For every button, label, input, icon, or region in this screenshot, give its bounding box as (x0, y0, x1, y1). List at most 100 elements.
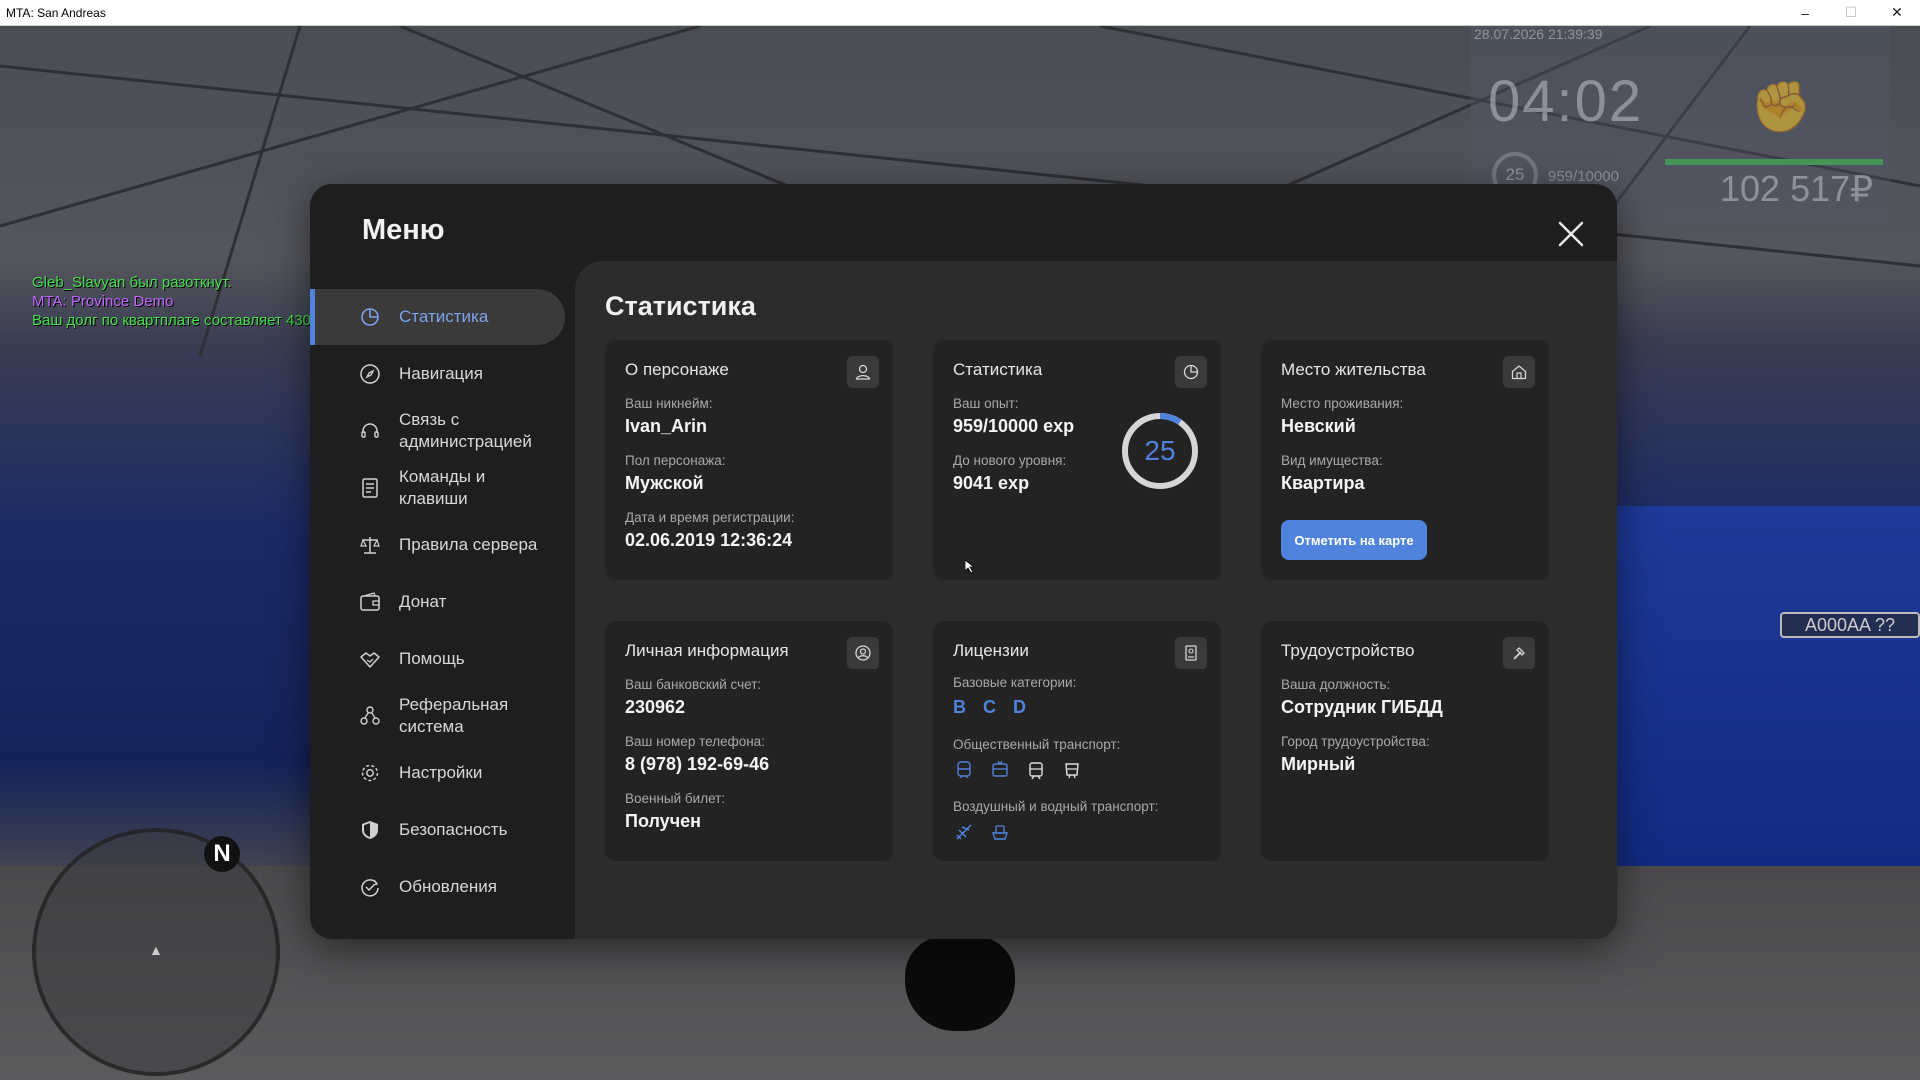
card-title: О персонаже (625, 360, 729, 379)
gender-value: Мужской (625, 473, 704, 493)
sidebar-item-label: Команды и клавиши (399, 467, 486, 508)
card-stats: Статистика Ваш опыт: 959/10000 exp До но… (933, 340, 1221, 580)
phone-value: 8 (978) 192-69-46 (625, 754, 770, 774)
residence-place-label: Место проживания: (1281, 396, 1404, 411)
id-card-icon (1175, 637, 1207, 669)
gear-icon (358, 761, 382, 785)
card-residence: Место жительства Место проживания: Невск… (1261, 340, 1549, 580)
content-title: Статистика (605, 291, 756, 321)
sidebar-item-label: Реферальная система (399, 695, 509, 736)
plane-icon (953, 821, 975, 843)
trolleybus-icon (989, 759, 1011, 781)
sidebar-item-navigation[interactable]: Навигация (310, 346, 565, 402)
sidebar-item-label: Навигация (399, 364, 483, 383)
nickname-label: Ваш никнейм: (625, 396, 713, 411)
card-title: Место жительства (1281, 360, 1426, 379)
sidebar-item-label: Помощь (399, 649, 465, 668)
phone-label: Ваш номер телефона: (625, 734, 765, 749)
public-transport-label: Общественный транспорт: (953, 737, 1121, 752)
job-city-value: Мирный (1281, 754, 1356, 774)
base-categories-value: B C D (953, 697, 1032, 717)
registration-value: 02.06.2019 12:36:24 (625, 530, 793, 550)
sidebar-item-donate[interactable]: Донат (310, 574, 565, 630)
card-title: Трудоустройство (1281, 641, 1415, 660)
sidebar-item-label: Донат (399, 592, 447, 611)
player-character (905, 936, 1015, 1031)
gender-label: Пол персонажа: (625, 453, 726, 468)
sidebar-item-commands[interactable]: Команды и клавиши (310, 460, 565, 516)
card-character: О персонаже Ваш никнейм: Ivan_Arin Пол п… (605, 340, 893, 580)
bus-icon (953, 759, 975, 781)
sidebar-item-label: Настройки (399, 763, 483, 782)
stats-icon (358, 305, 382, 329)
maximize-button[interactable]: ☐ (1828, 0, 1874, 26)
house-icon (1503, 356, 1535, 388)
menu-close-button[interactable] (1551, 214, 1591, 254)
player-arrow-icon: ▲ (149, 942, 163, 958)
air-water-transport-label: Воздушный и водный транспорт: (953, 799, 1159, 814)
exp-label: Ваш опыт: (953, 396, 1019, 411)
position-value: Сотрудник ГИБДД (1281, 697, 1443, 717)
level-value: 25 (1144, 435, 1176, 466)
license-plate: A000AA ?? (1780, 612, 1920, 638)
sidebar-item-referral[interactable]: Реферальная система (310, 688, 565, 744)
hammer-icon (1503, 637, 1535, 669)
close-window-button[interactable]: ✕ (1874, 0, 1920, 26)
military-label: Военный билет: (625, 791, 726, 806)
mark-on-map-button[interactable]: Отметить на карте (1281, 520, 1427, 560)
menu-sidebar: Статистика Навигация Связь с администрац… (310, 289, 575, 939)
user-circle-icon (847, 637, 879, 669)
tram-icon (1025, 759, 1047, 781)
property-type-value: Квартира (1281, 473, 1365, 493)
bank-account-value: 230962 (625, 697, 686, 717)
boat-icon (989, 821, 1011, 843)
window-title: MTA: San Andreas (6, 5, 106, 20)
hud-exp: 959/10000 (1548, 168, 1619, 185)
scales-icon (358, 533, 382, 557)
card-personal-info: Личная информация Ваш банковский счет: 2… (605, 621, 893, 861)
headset-icon (358, 419, 382, 443)
sidebar-item-admin-contact[interactable]: Связь с администрацией (310, 403, 565, 459)
next-level-label: До нового уровня: (953, 453, 1067, 468)
wallet-icon (358, 590, 382, 614)
sidebar-item-security[interactable]: Безопасность (310, 802, 565, 858)
mouse-cursor-icon (965, 560, 975, 574)
hud-datetime: 28.07.2026 21:39:39 (1474, 26, 1603, 42)
level-progress-ring: 25 (1119, 410, 1201, 492)
sidebar-item-label: Правила сервера (399, 535, 538, 554)
sidebar-item-statistics[interactable]: Статистика (310, 289, 565, 345)
chat-line: Gleb_Slavyan был разоткнут. (32, 274, 232, 291)
document-icon (358, 476, 382, 500)
bank-account-label: Ваш банковский счет: (625, 677, 762, 692)
pie-chart-icon (1175, 356, 1207, 388)
hud-health-fill (1665, 159, 1883, 165)
sidebar-item-label: Связь с администрацией (399, 410, 532, 451)
menu-modal: Меню Статистика Навигация Связь с админи… (310, 184, 1617, 939)
sidebar-item-label: Статистика (399, 307, 489, 326)
chat-line: MTA: Province Demo (32, 293, 174, 310)
next-level-value: 9041 exp (953, 473, 1030, 493)
air-water-transport-icons (953, 821, 1011, 843)
refresh-check-icon (358, 875, 382, 899)
military-value: Получен (625, 811, 702, 831)
sidebar-item-settings[interactable]: Настройки (310, 745, 565, 801)
hud-clock: 04:02 (1488, 69, 1644, 134)
sidebar-item-label: Обновления (399, 877, 497, 896)
sidebar-item-help[interactable]: Помощь (310, 631, 565, 687)
fist-icon: ✊ (1750, 79, 1813, 135)
minimize-button[interactable]: – (1782, 0, 1828, 26)
nickname-value: Ivan_Arin (625, 416, 708, 436)
public-transport-icons (953, 759, 1083, 781)
close-icon (1558, 221, 1584, 247)
hud-level: 25 (1505, 165, 1525, 184)
handshake-icon (358, 647, 382, 671)
sidebar-item-updates[interactable]: Обновления (310, 859, 565, 915)
card-title: Лицензии (953, 641, 1029, 660)
sidebar-item-label: Безопасность (399, 820, 508, 839)
base-categories-label: Базовые категории: (953, 675, 1077, 690)
chat-log: Gleb_Slavyan был разоткнут. MTA: Provinc… (32, 273, 332, 330)
registration-label: Дата и время регистрации: (625, 510, 795, 525)
property-type-label: Вид имущества: (1281, 453, 1383, 468)
card-title: Статистика (953, 360, 1043, 379)
sidebar-item-rules[interactable]: Правила сервера (310, 517, 565, 573)
